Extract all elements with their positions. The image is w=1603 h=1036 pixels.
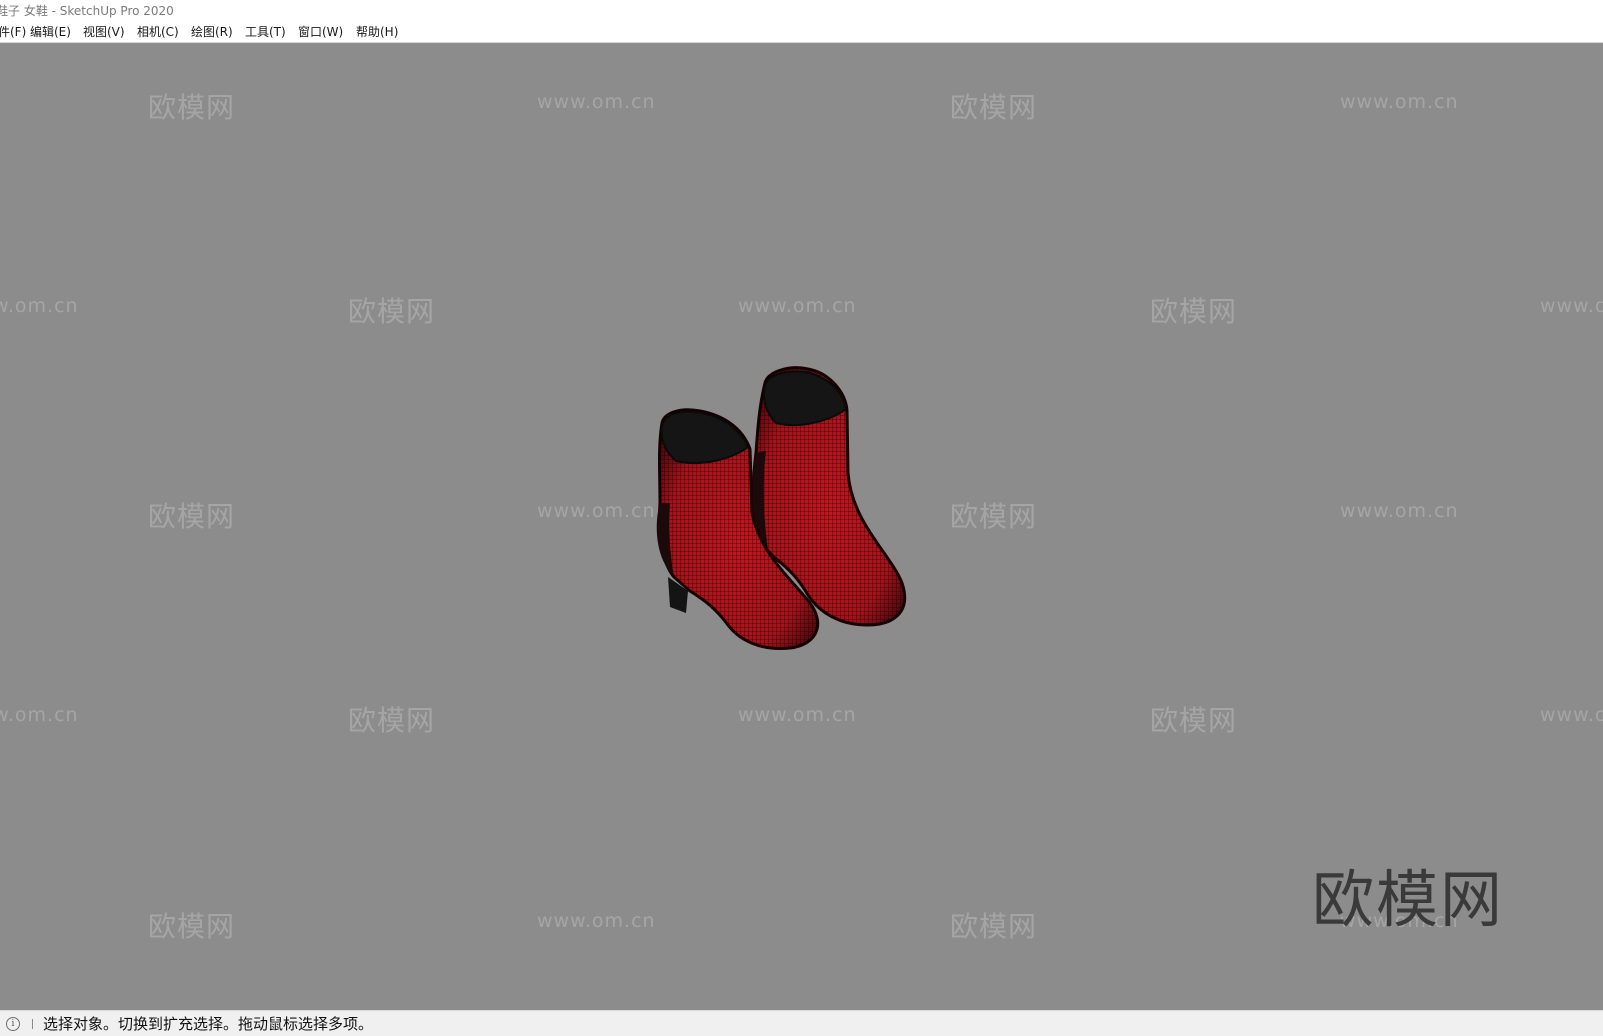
menu-tools[interactable]: 工具(T) (245, 22, 286, 42)
watermark-brand: 欧模网 (348, 704, 436, 737)
status-divider (32, 1019, 33, 1029)
watermark-url: www.om.cn (1340, 91, 1459, 113)
status-message: 选择对象。切换到扩充选择。拖动鼠标选择多项。 (43, 1015, 374, 1033)
watermark-url: www.om.cn (537, 500, 656, 522)
watermark-url: www.om.cn (738, 704, 857, 726)
watermark-brand: 欧模网 (148, 500, 236, 533)
watermark-url: www.om.cn (738, 295, 857, 317)
watermark-url: www.om.cn (1340, 500, 1459, 522)
model-viewport[interactable]: 欧模网 www.om.cn 欧模网 www.om.cn www.om.cn 欧模… (0, 43, 1603, 1010)
title-bar: 鞋子 女鞋 - SketchUp Pro 2020 (0, 0, 1603, 22)
info-icon[interactable]: i (6, 1017, 20, 1031)
window-title: 鞋子 女鞋 - SketchUp Pro 2020 (0, 4, 174, 18)
watermark-brand: 欧模网 (1150, 295, 1238, 328)
watermark-brand: 欧模网 (950, 910, 1038, 943)
boots-model[interactable] (640, 363, 930, 673)
menu-draw[interactable]: 绘图(R) (191, 22, 233, 42)
menu-help[interactable]: 帮助(H) (356, 22, 398, 42)
watermark-url: www.om.cn (1540, 295, 1603, 317)
menu-camera[interactable]: 相机(C) (137, 22, 179, 42)
menu-bar: 文件(F) 编辑(E) 视图(V) 相机(C) 绘图(R) 工具(T) 窗口(W… (0, 22, 1603, 42)
watermark-url: www.om.cn (1540, 704, 1603, 726)
watermark-brand: 欧模网 (1150, 704, 1238, 737)
watermark-brand: 欧模网 (950, 91, 1038, 124)
watermark-brand: 欧模网 (148, 91, 236, 124)
watermark-url: www.om.cn (1340, 910, 1459, 932)
brand-logo: 欧模网 (1312, 863, 1505, 936)
watermark-brand: 欧模网 (148, 910, 236, 943)
watermark-url: www.om.cn (0, 295, 79, 317)
sketchup-window: 鞋子 女鞋 - SketchUp Pro 2020 文件(F) 编辑(E) 视图… (0, 0, 1603, 1036)
watermark-url: www.om.cn (0, 704, 79, 726)
menu-view[interactable]: 视图(V) (83, 22, 125, 42)
menu-file[interactable]: 文件(F) (0, 22, 26, 42)
watermark-url: www.om.cn (537, 910, 656, 932)
status-bar: i 选择对象。切换到扩充选择。拖动鼠标选择多项。 (0, 1010, 1603, 1036)
watermark-brand: 欧模网 (950, 500, 1038, 533)
menu-edit[interactable]: 编辑(E) (30, 22, 71, 42)
watermark-url: www.om.cn (537, 91, 656, 113)
watermark-brand: 欧模网 (348, 295, 436, 328)
menu-window[interactable]: 窗口(W) (298, 22, 343, 42)
